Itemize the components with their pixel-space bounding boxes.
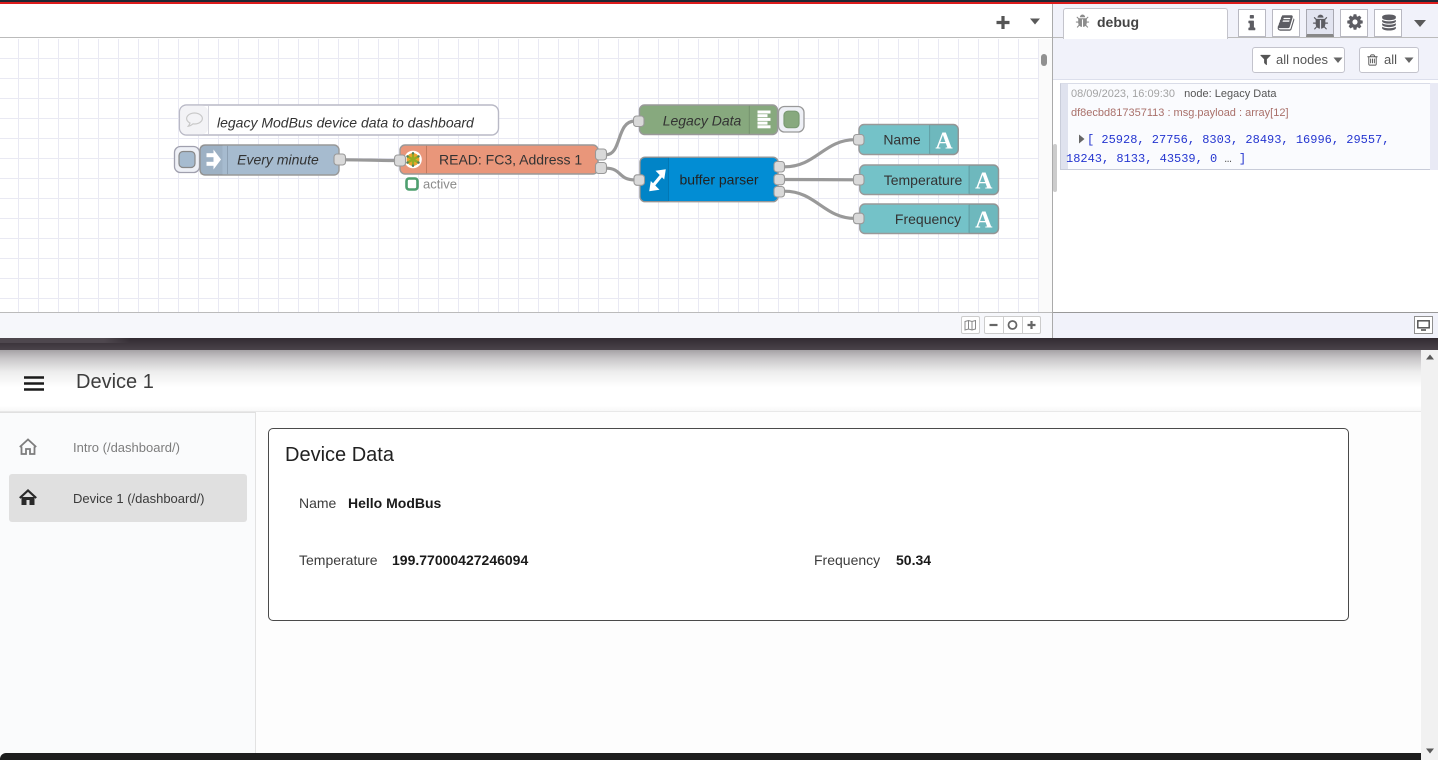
svg-text:Temperature: Temperature xyxy=(884,172,963,188)
svg-text:Every minute: Every minute xyxy=(237,151,319,167)
svg-text:buffer parser: buffer parser xyxy=(679,172,758,188)
svg-text:legacy ModBus device data to d: legacy ModBus device data to dashboard xyxy=(217,114,475,130)
svg-text:READ: FC3, Address 1: READ: FC3, Address 1 xyxy=(439,151,582,167)
svg-text:Name: Name xyxy=(883,131,921,147)
svg-text:A: A xyxy=(975,208,993,234)
svg-text:A: A xyxy=(935,128,953,154)
svg-text:Legacy Data: Legacy Data xyxy=(663,112,742,128)
svg-text:active: active xyxy=(423,177,457,192)
svg-text:Frequency: Frequency xyxy=(895,211,961,227)
svg-text:A: A xyxy=(975,169,993,195)
